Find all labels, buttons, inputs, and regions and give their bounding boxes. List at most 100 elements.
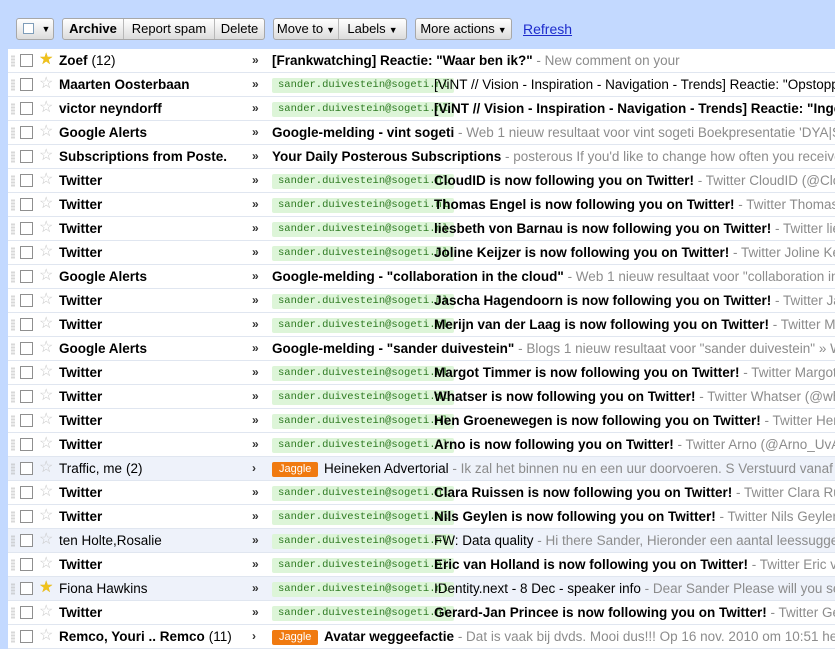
star-icon[interactable]: ☆ [39,555,53,573]
label-badge[interactable]: sander.duivestein@sogeti.nl [272,510,455,525]
drag-handle-icon[interactable] [11,391,15,403]
label-badge[interactable]: sander.duivestein@sogeti.nl [272,198,455,213]
row-checkbox[interactable] [20,462,33,475]
drag-handle-icon[interactable] [11,295,15,307]
star-icon[interactable]: ☆ [39,267,53,285]
labels-button[interactable]: Labels ▼ [339,19,406,39]
message-row[interactable]: ☆ Twitter » sander.duivestein@sogeti.nl lies… [8,217,835,241]
drag-handle-icon[interactable] [11,175,15,187]
message-row[interactable]: ☆ Remco, Youri .. Remco (11) › Jaggle Avatar … [8,625,835,649]
message-row[interactable]: ☆ Twitter » sander.duivestein@sogeti.nl Eric… [8,553,835,577]
star-icon[interactable]: ☆ [39,507,53,525]
drag-handle-icon[interactable] [11,511,15,523]
label-badge[interactable]: sander.duivestein@sogeti.nl [272,582,455,597]
drag-handle-icon[interactable] [11,79,15,91]
delete-button[interactable]: Delete [215,19,264,39]
message-row[interactable]: ☆ Twitter » sander.duivestein@sogeti.nl Jasc… [8,289,835,313]
message-row[interactable]: ☆ ten Holte,Rosalie » sander.duivestein@sog… [8,529,835,553]
message-row[interactable]: ★ Fiona Hawkins » sander.duivestein@sogeti.… [8,577,835,601]
drag-handle-icon[interactable] [11,55,15,67]
message-row[interactable]: ☆ Twitter » sander.duivestein@sogeti.nl Gera… [8,601,835,625]
row-checkbox[interactable] [20,222,33,235]
message-row[interactable]: ☆ Google Alerts » Google-melding - "collabo… [8,265,835,289]
row-checkbox[interactable] [20,366,33,379]
row-checkbox[interactable] [20,102,33,115]
label-badge[interactable]: sander.duivestein@sogeti.nl [272,606,455,621]
label-badge[interactable]: sander.duivestein@sogeti.nl [272,78,455,93]
row-checkbox[interactable] [20,606,33,619]
row-checkbox[interactable] [20,246,33,259]
star-icon[interactable]: ☆ [39,315,53,333]
message-row[interactable]: ☆ Twitter » sander.duivestein@sogeti.nl Meri… [8,313,835,337]
star-icon[interactable]: ☆ [39,627,53,645]
label-badge[interactable]: sander.duivestein@sogeti.nl [272,366,455,381]
label-badge[interactable]: sander.duivestein@sogeti.nl [272,414,455,429]
star-icon[interactable]: ☆ [39,291,53,309]
drag-handle-icon[interactable] [11,199,15,211]
message-row[interactable]: ☆ Twitter » sander.duivestein@sogeti.nl Nils… [8,505,835,529]
row-checkbox[interactable] [20,198,33,211]
drag-handle-icon[interactable] [11,535,15,547]
star-icon[interactable]: ☆ [39,171,53,189]
message-row[interactable]: ☆ Twitter » sander.duivestein@sogeti.nl Arno… [8,433,835,457]
star-icon[interactable]: ☆ [39,483,53,501]
drag-handle-icon[interactable] [11,343,15,355]
select-dropdown-button[interactable]: ▼ [16,18,54,40]
message-row[interactable]: ☆ Twitter » sander.duivestein@sogeti.nl Marg… [8,361,835,385]
row-checkbox[interactable] [20,294,33,307]
message-row[interactable]: ☆ Twitter » sander.duivestein@sogeti.nl Clou… [8,169,835,193]
star-icon[interactable]: ☆ [39,99,53,117]
drag-handle-icon[interactable] [11,415,15,427]
row-checkbox[interactable] [20,438,33,451]
row-checkbox[interactable] [20,54,33,67]
label-badge[interactable]: sander.duivestein@sogeti.nl [272,246,455,261]
star-icon[interactable]: ☆ [39,459,53,477]
star-icon[interactable]: ☆ [39,147,53,165]
message-row[interactable]: ☆ Subscriptions from Poste. » Your Daily Po… [8,145,835,169]
label-badge[interactable]: sander.duivestein@sogeti.nl [272,318,455,333]
star-icon[interactable]: ☆ [39,411,53,429]
label-badge[interactable]: sander.duivestein@sogeti.nl [272,438,455,453]
row-checkbox[interactable] [20,534,33,547]
row-checkbox[interactable] [20,126,33,139]
message-row[interactable]: ☆ Twitter » sander.duivestein@sogeti.nl Clar… [8,481,835,505]
more-actions-button[interactable]: More actions ▼ [415,18,512,40]
drag-handle-icon[interactable] [11,463,15,475]
row-checkbox[interactable] [20,582,33,595]
label-badge[interactable]: sander.duivestein@sogeti.nl [272,534,455,549]
row-checkbox[interactable] [20,270,33,283]
row-checkbox[interactable] [20,630,33,643]
star-icon[interactable]: ★ [39,51,53,69]
drag-handle-icon[interactable] [11,151,15,163]
label-badge[interactable]: sander.duivestein@sogeti.nl [272,294,455,309]
message-row[interactable]: ☆ Maarten Oosterbaan » sander.duivestein@so… [8,73,835,97]
label-badge[interactable]: sander.duivestein@sogeti.nl [272,390,455,405]
message-row[interactable]: ☆ Twitter » sander.duivestein@sogeti.nl Thom… [8,193,835,217]
move-to-button[interactable]: Move to ▼ [274,19,338,39]
drag-handle-icon[interactable] [11,271,15,283]
label-badge[interactable]: sander.duivestein@sogeti.nl [272,222,455,237]
star-icon[interactable]: ☆ [39,123,53,141]
message-row[interactable]: ☆ Twitter » sander.duivestein@sogeti.nl Joli… [8,241,835,265]
drag-handle-icon[interactable] [11,607,15,619]
drag-handle-icon[interactable] [11,223,15,235]
drag-handle-icon[interactable] [11,583,15,595]
drag-handle-icon[interactable] [11,103,15,115]
star-icon[interactable]: ★ [39,579,53,597]
star-icon[interactable]: ☆ [39,75,53,93]
star-icon[interactable]: ☆ [39,219,53,237]
label-badge[interactable]: Jaggle [272,630,319,645]
row-checkbox[interactable] [20,414,33,427]
label-badge[interactable]: Jaggle [272,462,319,477]
drag-handle-icon[interactable] [11,319,15,331]
row-checkbox[interactable] [20,486,33,499]
row-checkbox[interactable] [20,78,33,91]
label-badge[interactable]: sander.duivestein@sogeti.nl [272,174,455,189]
message-row[interactable]: ☆ Google Alerts » Google-melding - "sander … [8,337,835,361]
star-icon[interactable]: ☆ [39,243,53,261]
star-icon[interactable]: ☆ [39,387,53,405]
drag-handle-icon[interactable] [11,247,15,259]
label-badge[interactable]: sander.duivestein@sogeti.nl [272,558,455,573]
report-spam-button[interactable]: Report spam [124,19,214,39]
archive-button[interactable]: Archive [63,19,123,39]
